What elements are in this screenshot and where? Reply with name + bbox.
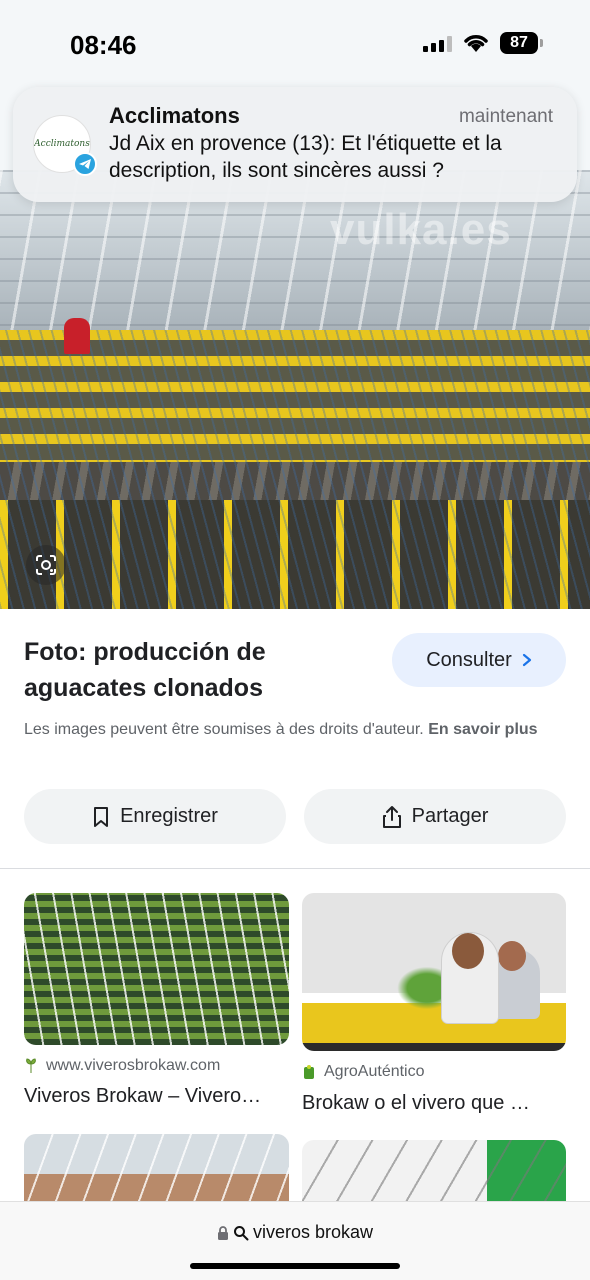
worker-figure (64, 318, 90, 354)
learn-more-link[interactable]: En savoir plus (428, 721, 537, 738)
share-icon (382, 805, 401, 828)
thumb-head-2 (498, 941, 526, 971)
address-bar-content[interactable]: viveros brokaw (0, 1222, 590, 1243)
result-title-1[interactable]: Viveros Brokaw – Vivero… (24, 1085, 261, 1108)
bookmark-icon (94, 806, 109, 827)
notification-time: maintenant (458, 106, 553, 127)
site-favicon-icon (26, 1058, 36, 1073)
copyright-notice: Les images peuvent être soumises à des d… (24, 718, 569, 742)
notification-app-name: Acclimatons (109, 103, 240, 128)
lens-icon (36, 555, 56, 575)
battery-indicator: 87 (500, 32, 543, 54)
address-bar[interactable]: viveros brokaw (0, 1201, 590, 1280)
lock-icon (217, 1225, 228, 1240)
result-source-2-label: AgroAuténtico (324, 1063, 425, 1080)
result-title-2[interactable]: Brokaw o el vivero que … (302, 1092, 530, 1115)
cellular-signal-icon (423, 36, 452, 52)
result-source-1[interactable]: www.viverosbrokaw.com (24, 1057, 220, 1075)
home-indicator[interactable] (190, 1263, 400, 1269)
consult-button[interactable]: Consulter (392, 633, 566, 687)
thumb-head-1 (452, 933, 484, 969)
search-query: viveros brokaw (252, 1222, 374, 1242)
notification-message: Jd Aix en provence (13): Et l'étiquette … (109, 132, 502, 182)
result-source-2[interactable]: AgroAuténtico (302, 1063, 425, 1081)
avatar-logo-text: Acclimatons (34, 139, 90, 149)
share-label: Partager (411, 805, 489, 827)
share-button[interactable]: Partager (304, 789, 566, 844)
avocado-plants (0, 330, 590, 609)
save-label: Enregistrer (120, 805, 218, 827)
status-time: 08:46 (70, 30, 137, 60)
wifi-icon (464, 35, 488, 52)
result-source-1-label: www.viverosbrokaw.com (46, 1057, 221, 1074)
chevron-right-icon (522, 653, 531, 667)
save-button[interactable]: Enregistrer (24, 789, 286, 844)
notification-banner[interactable]: Acclimatons Acclimatons maintenant Jd Ai… (13, 87, 577, 202)
image-watermark: vulka.es (330, 205, 512, 254)
status-bar: 08:46 87 (0, 0, 590, 88)
telegram-icon (73, 152, 97, 176)
site-favicon-icon (304, 1065, 314, 1079)
consult-label: Consulter (426, 648, 512, 671)
lens-search-button[interactable] (26, 545, 66, 585)
result-thumbnail-1[interactable] (24, 893, 289, 1045)
section-divider (0, 868, 590, 869)
result-thumbnail-2[interactable] (302, 893, 566, 1051)
image-caption: Foto: producción de aguacates clonados (24, 638, 266, 702)
copyright-text: Les images peuvent être soumises à des d… (24, 721, 424, 738)
search-icon (233, 1225, 249, 1240)
